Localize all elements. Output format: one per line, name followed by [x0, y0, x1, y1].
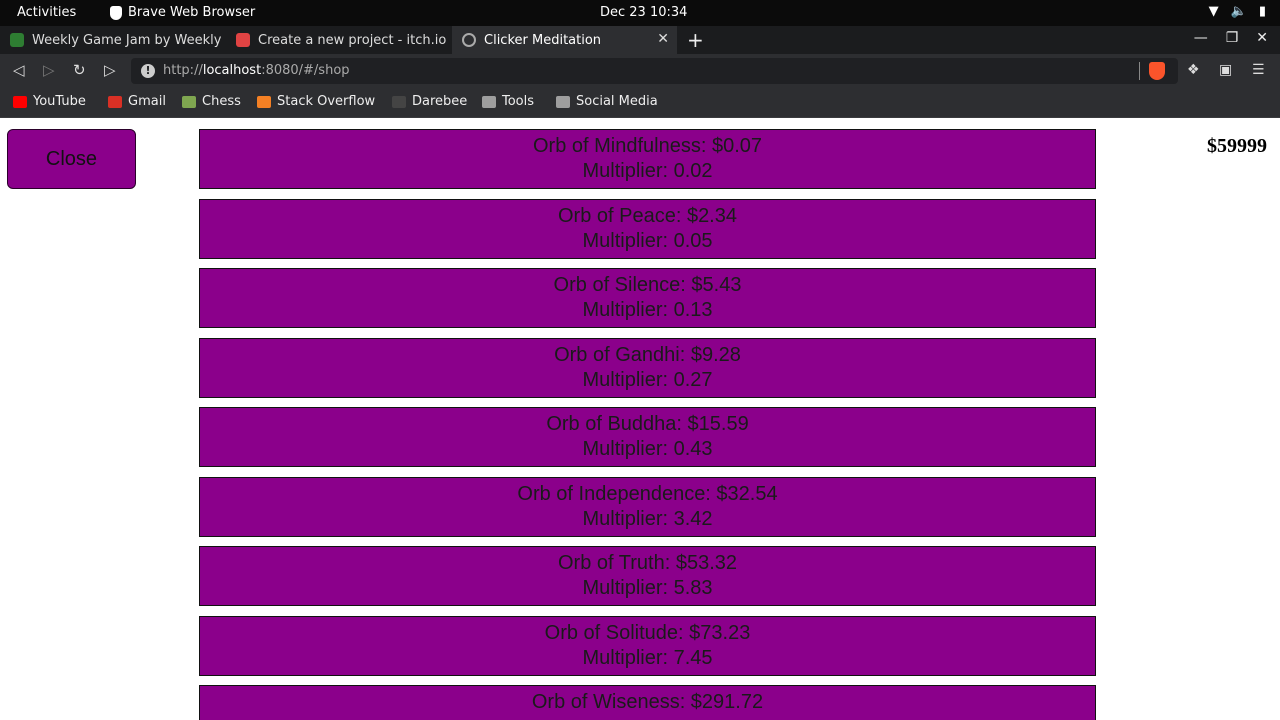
forward-icon[interactable]: ▷	[43, 61, 55, 79]
item-name-price: Orb of Gandhi: $9.28	[554, 343, 741, 366]
item-multiplier: Multiplier: 0.27	[582, 368, 713, 391]
shop-item-buddha[interactable]: Orb of Buddha: $15.59 Multiplier: 0.43	[199, 407, 1096, 467]
bookmark-folder-social-media[interactable]: Social Media	[556, 94, 658, 109]
item-multiplier: Multiplier: 0.13	[582, 299, 713, 321]
wallet-icon[interactable]: ▣	[1219, 62, 1232, 78]
restore-icon[interactable]: ❐	[1226, 30, 1239, 46]
site-info-icon[interactable]: !	[141, 64, 155, 78]
minimize-icon[interactable]: —	[1194, 30, 1208, 46]
item-name-price: Orb of Truth: $53.32	[558, 552, 737, 574]
url-text: http://localhost:8080/#/shop	[163, 63, 350, 78]
brave-lion-icon	[110, 5, 122, 20]
item-name-price: Orb of Solitude: $73.23	[544, 621, 751, 644]
folder-icon	[556, 95, 570, 108]
window-close-icon[interactable]: ✕	[1256, 30, 1268, 46]
tab-close-icon[interactable]: ✕	[657, 31, 669, 47]
tab-clicker-meditation[interactable]: Clicker Meditation ✕	[452, 26, 677, 54]
bookmarks-bar: YouTube Gmail Chess Stack Overflow Dareb…	[0, 88, 1280, 118]
app-name: Brave Web Browser	[128, 5, 256, 20]
bookmark-chess[interactable]: Chess	[182, 94, 241, 109]
tab-title: Clicker Meditation	[484, 32, 602, 48]
volume-icon: 🔈	[1230, 4, 1247, 19]
tab-favicon	[10, 33, 24, 47]
shop-page: Close $59999 Orb of Mindfulness: $0.07 Mu…	[0, 119, 1280, 720]
bookmark-icon[interactable]: ▷	[104, 61, 116, 79]
stack-overflow-icon	[257, 95, 271, 108]
item-multiplier: Multiplier: 0.43	[582, 438, 713, 460]
balance-display: $59999	[1207, 135, 1267, 157]
loading-spinner-icon	[462, 33, 476, 47]
urlbar-divider	[1139, 62, 1140, 80]
window-controls: — ❐ ✕	[1194, 30, 1268, 46]
shop-item-peace[interactable]: Orb of Peace: $2.34 Multiplier: 0.05	[199, 198, 1096, 259]
shop-item-solitude[interactable]: Orb of Solitude: $73.23 Multiplier: 7.45	[199, 615, 1096, 676]
battery-icon: ▮	[1258, 4, 1266, 19]
item-multiplier: Multiplier: 0.05	[582, 229, 713, 252]
tab-weekly-game-jam[interactable]: Weekly Game Jam by Weekly	[0, 26, 226, 54]
clock[interactable]: Dec 23 10:34	[600, 5, 687, 20]
bookmark-youtube[interactable]: YouTube	[13, 94, 86, 109]
bookmark-darebee[interactable]: Darebee	[392, 94, 467, 109]
close-button[interactable]: Close	[7, 129, 136, 189]
item-multiplier: Multiplier: 7.45	[582, 646, 713, 669]
chess-icon	[182, 95, 196, 108]
shop-item-mindfulness[interactable]: Orb of Mindfulness: $0.07 Multiplier: 0.0…	[199, 129, 1096, 189]
browser-toolbar: ◁ ▷ ↻ ▷ ! http://localhost:8080/#/shop ❖…	[0, 54, 1280, 88]
tab-title: Create a new project - itch.io	[258, 32, 447, 48]
shop-item-independence[interactable]: Orb of Independence: $32.54 Multiplier: 3…	[199, 476, 1096, 537]
bookmark-stack-overflow[interactable]: Stack Overflow	[257, 94, 375, 109]
address-bar[interactable]: ! http://localhost:8080/#/shop	[131, 58, 1178, 84]
extensions-icon[interactable]: ❖	[1187, 62, 1200, 78]
item-multiplier: Multiplier: 3.42	[582, 507, 713, 530]
item-multiplier: Multiplier: 0.02	[582, 160, 713, 182]
app-menu[interactable]: Brave Web Browser	[110, 5, 255, 20]
item-name-price: Orb of Mindfulness: $0.07	[532, 135, 762, 157]
item-name-price: Orb of Buddha: $15.59	[546, 413, 749, 435]
activities-button[interactable]: Activities	[17, 5, 76, 20]
item-name-price: Orb of Silence: $5.43	[553, 274, 742, 296]
item-name-price: Orb of Wiseness: $291.72	[531, 691, 764, 713]
wifi-icon: ▼	[1208, 4, 1219, 19]
item-multiplier: Multiplier: 5.83	[582, 577, 713, 599]
new-tab-plus-icon[interactable]: +	[687, 28, 704, 52]
bookmark-gmail[interactable]: Gmail	[108, 94, 166, 109]
tab-title: Weekly Game Jam by Weekly	[32, 32, 222, 48]
youtube-icon	[13, 95, 27, 108]
shop-item-gandhi[interactable]: Orb of Gandhi: $9.28 Multiplier: 0.27	[199, 337, 1096, 398]
back-icon[interactable]: ◁	[13, 61, 25, 79]
system-tray[interactable]: ▼ 🔈 ▮	[1209, 4, 1266, 19]
shop-item-wiseness[interactable]: Orb of Wiseness: $291.72	[199, 685, 1096, 720]
tab-favicon	[236, 33, 250, 47]
shop-item-silence[interactable]: Orb of Silence: $5.43 Multiplier: 0.13	[199, 268, 1096, 328]
shop-list: Orb of Mindfulness: $0.07 Multiplier: 0.0…	[199, 129, 1096, 720]
item-name-price: Orb of Peace: $2.34	[557, 204, 737, 227]
shop-item-truth[interactable]: Orb of Truth: $53.32 Multiplier: 5.83	[199, 546, 1096, 606]
folder-icon	[482, 95, 496, 108]
system-top-bar: Activities Brave Web Browser Dec 23 10:3…	[0, 0, 1280, 26]
item-name-price: Orb of Independence: $32.54	[517, 482, 778, 505]
brave-shields-icon[interactable]	[1149, 62, 1165, 80]
tab-strip: Weekly Game Jam by Weekly Create a new p…	[0, 26, 1280, 54]
darebee-icon	[392, 95, 406, 108]
bookmark-folder-tools[interactable]: Tools	[482, 94, 534, 109]
reload-icon[interactable]: ↻	[73, 61, 86, 79]
menu-icon[interactable]: ☰	[1252, 62, 1265, 78]
gmail-icon	[108, 95, 122, 108]
tab-itch-io[interactable]: Create a new project - itch.io	[226, 26, 452, 54]
